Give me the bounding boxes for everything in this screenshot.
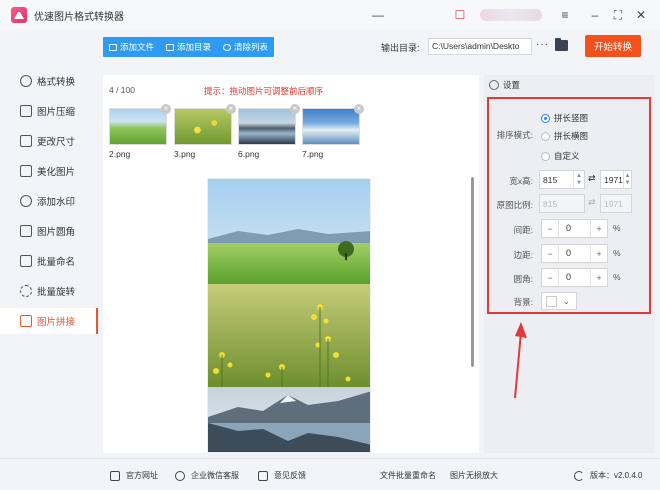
thumbnail-image[interactable]: × (174, 104, 236, 145)
watermark-icon (20, 195, 32, 207)
sidebar-item-label: 美化图片 (37, 167, 76, 178)
thumbnail-name: 6.png (238, 149, 260, 159)
thumbnail-name: 3.png (174, 149, 196, 159)
sidebar-item-label: 批量旋转 (37, 287, 76, 298)
sidebar-item-label: 批量命名 (37, 257, 76, 268)
resize-icon (20, 135, 32, 147)
settings-header: 设置 (484, 75, 655, 95)
sidebar-item-compress[interactable]: 图片压缩 (0, 98, 98, 124)
rounded-corner-icon (20, 225, 32, 237)
thumbnail-image[interactable]: × (302, 104, 364, 145)
compress-icon (20, 105, 32, 117)
add-folder-button[interactable]: 添加目录 (160, 37, 217, 57)
add-file-icon (109, 43, 117, 51)
image-list-panel: 4 / 100 提示：拖动图片可调整前后顺序 × 2.png × 3.png ×… (103, 75, 479, 453)
sidebar-item-label: 更改尺寸 (37, 137, 76, 148)
output-dir-label: 输出目录: (381, 43, 420, 53)
image-count: 4 / 100 (109, 85, 135, 95)
thumbnail-image[interactable]: × (109, 104, 171, 145)
gear-icon (489, 80, 499, 90)
feedback-link[interactable]: 意见反馈 (258, 470, 306, 481)
remove-image-icon[interactable]: × (161, 104, 171, 114)
batch-rename-label: 文件批量重命名 (380, 471, 436, 480)
wechat-icon (175, 470, 185, 481)
settings-highlight-box (487, 97, 651, 314)
add-file-label: 添加文件 (120, 42, 155, 52)
clear-list-label: 清除列表 (234, 42, 269, 52)
add-file-button[interactable]: 添加文件 (103, 37, 160, 57)
thumbnail-name: 7.png (302, 149, 324, 159)
folder-icon (166, 43, 175, 51)
feedback-label: 意见反馈 (274, 471, 306, 480)
file-toolbar: 添加文件 添加目录 清除列表 (103, 37, 275, 57)
wechat-label: 企业微信客服 (191, 471, 239, 480)
stitched-preview-image (208, 179, 370, 452)
sidebar-item-resize[interactable]: 更改尺寸 (0, 128, 98, 154)
sidebar-item-beautify[interactable]: 美化图片 (0, 158, 98, 184)
vip-badge-icon[interactable]: ☐ (452, 7, 468, 23)
minimize-icon[interactable]: – (587, 7, 603, 23)
rotate-icon (20, 285, 32, 297)
clear-list-button[interactable]: 清除列表 (217, 37, 274, 57)
feedback-icon (258, 470, 268, 481)
format-convert-icon (20, 75, 32, 87)
sidebar-item-format-convert[interactable]: 格式转换 (0, 68, 98, 94)
lossless-label: 图片无损放大 (450, 471, 498, 480)
add-folder-label: 添加目录 (177, 42, 212, 52)
output-path-field[interactable]: C:\Users\admin\Deskto (428, 38, 532, 55)
sidebar-item-stitch[interactable]: 图片拼接 (0, 308, 98, 334)
stitch-icon (20, 315, 32, 327)
sidebar-item-label: 图片圆角 (37, 227, 76, 238)
sidebar-item-label: 图片压缩 (37, 107, 76, 118)
website-icon (110, 470, 120, 481)
bottom-bar: 官方网址 企业微信客服 意见反馈 文件批量重命名 图片无损放大 版本：v2.0.… (0, 458, 660, 490)
annotation-arrow-icon (514, 322, 527, 399)
sidebar-item-label: 图片拼接 (37, 317, 76, 328)
version-info[interactable]: 版本：v2.0.4.0 (574, 470, 642, 481)
close-icon[interactable]: ✕ (633, 7, 649, 23)
website-link[interactable]: 官方网址 (110, 470, 158, 481)
website-label: 官方网址 (126, 471, 158, 480)
lossless-enlarge-link[interactable]: 图片无损放大 (450, 470, 498, 481)
more-options-button[interactable]: ··· (536, 39, 549, 50)
remove-image-icon[interactable]: × (226, 104, 236, 114)
wechat-support-link[interactable]: 企业微信客服 (175, 470, 239, 481)
app-title: 优速图片格式转换器 (34, 11, 124, 23)
preview-scrollbar[interactable] (471, 177, 474, 367)
sidebar-item-label: 添加水印 (37, 197, 76, 208)
start-convert-button[interactable]: 开始转换 (585, 35, 641, 57)
app-logo-icon (11, 7, 27, 23)
drag-hint: 提示：拖动图片可调整前后顺序 (204, 86, 324, 96)
maximize-icon[interactable]: ⛶ (610, 7, 626, 23)
remove-image-icon[interactable]: × (354, 104, 364, 114)
open-folder-icon[interactable] (555, 38, 568, 51)
vip-icon[interactable]: — (370, 7, 386, 23)
thumbnail-name: 2.png (109, 149, 131, 159)
sidebar-item-label: 格式转换 (37, 77, 76, 88)
beautify-icon (20, 165, 32, 177)
menu-icon[interactable]: ≡ (557, 7, 573, 23)
sidebar-item-watermark[interactable]: 添加水印 (0, 188, 98, 214)
trash-icon (223, 43, 232, 51)
stitched-preview (207, 178, 371, 453)
sidebar-item-batch-rotate[interactable]: 批量旋转 (0, 278, 98, 304)
thumbnail-image[interactable]: × (238, 104, 300, 145)
version-label: 版本：v2.0.4.0 (590, 471, 643, 480)
batch-rename-link[interactable]: 文件批量重命名 (380, 470, 436, 481)
sidebar-item-batch-rename[interactable]: 批量命名 (0, 248, 98, 274)
remove-image-icon[interactable]: × (290, 104, 300, 114)
settings-title: 设置 (503, 80, 521, 90)
user-account-button[interactable] (480, 9, 542, 21)
batch-rename-icon (20, 255, 32, 267)
refresh-icon (574, 470, 584, 481)
sidebar-item-rounded-corner[interactable]: 图片圆角 (0, 218, 98, 244)
sidebar: 格式转换 图片压缩 更改尺寸 美化图片 添加水印 图片圆角 批量命名 批量旋转 … (0, 30, 98, 458)
